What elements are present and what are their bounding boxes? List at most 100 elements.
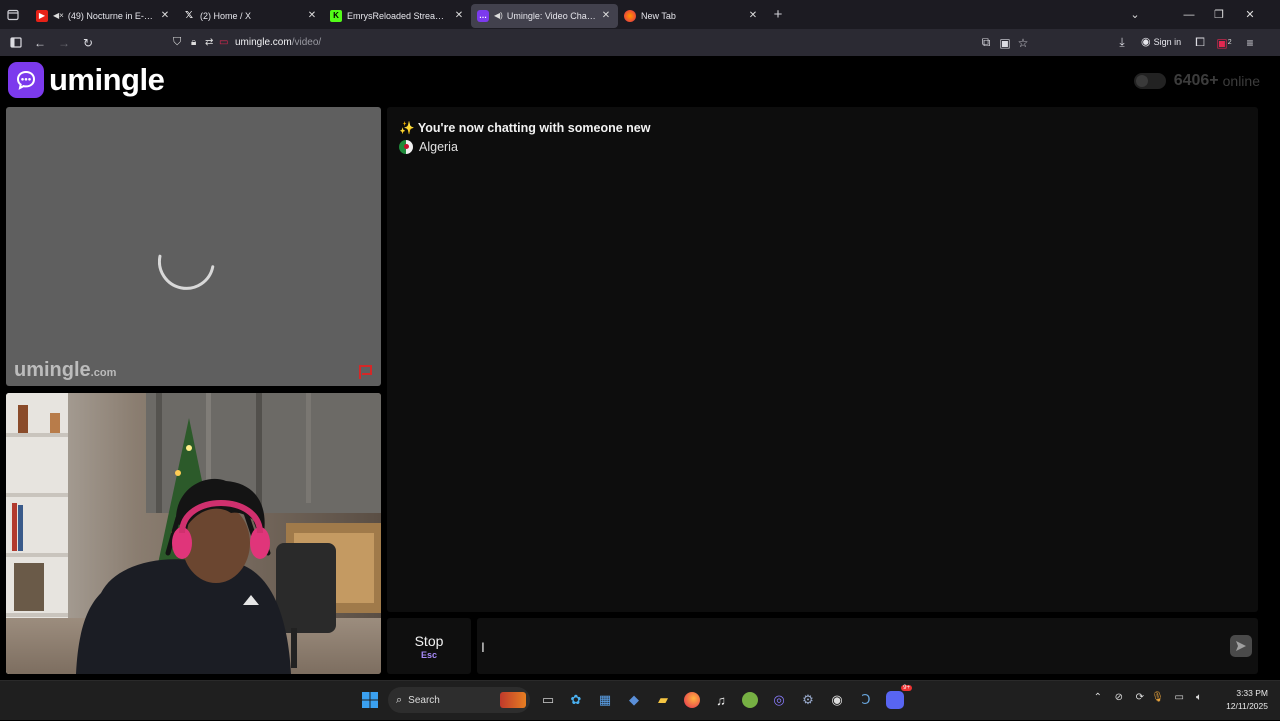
- tab-youtube[interactable]: ▶ ◀× (49) Nocturne in E-Flat Maj ✕: [30, 4, 177, 28]
- volume-icon[interactable]: 🔈︎: [1196, 692, 1202, 703]
- brand-name: umingle: [49, 62, 165, 97]
- send-icon: [1236, 641, 1246, 651]
- tab-title: New Tab: [641, 10, 676, 21]
- algeria-flag-icon: [399, 140, 413, 154]
- theme-toggle[interactable]: [1133, 73, 1166, 89]
- stop-label: Stop: [414, 632, 444, 649]
- tab-title: (2) Home / X: [200, 10, 252, 21]
- camera-permission-icon[interactable]: ▭: [219, 37, 235, 48]
- circle-app-icon[interactable]: ◎: [768, 689, 790, 711]
- account-icon: ◉: [1141, 36, 1151, 48]
- send-button[interactable]: [1230, 635, 1252, 657]
- back-icon[interactable]: ←: [28, 29, 52, 56]
- firefox-taskbar-icon[interactable]: [681, 689, 703, 711]
- page-content: umingle 6406+ online umingle.com ✨ You'r…: [0, 56, 1280, 680]
- show-hidden-icons[interactable]: ⌃: [1094, 692, 1102, 703]
- chat-status-text: You're now chatting with someone new: [417, 121, 651, 135]
- bookmark-star-icon[interactable]: ☆: [1011, 29, 1035, 56]
- sign-in-button[interactable]: ◉ Sign in: [1141, 35, 1181, 48]
- chat-bubble-icon: [8, 62, 44, 98]
- discord-badge: 9+: [901, 685, 912, 691]
- close-tab-icon[interactable]: ✕: [306, 10, 318, 21]
- stop-shortcut-hint: Esc: [420, 649, 437, 660]
- sparkles-icon: ✨: [399, 121, 415, 135]
- muted-audio-icon[interactable]: ◀×: [53, 11, 64, 20]
- online-label: online: [1222, 73, 1260, 89]
- youtube-icon: ▶: [36, 9, 48, 22]
- tab-new[interactable]: New Tab ✕: [618, 4, 765, 28]
- windows-start-icon[interactable]: [359, 689, 381, 711]
- close-tab-icon[interactable]: ✕: [747, 10, 759, 21]
- chat-status-message: ✨ You're now chatting with someone new: [399, 121, 650, 136]
- new-tab-button[interactable]: +: [765, 0, 791, 29]
- tracking-shield-icon[interactable]: ⛉: [173, 36, 191, 49]
- close-tab-icon[interactable]: ✕: [159, 10, 171, 21]
- watermark-tld: .com: [90, 367, 117, 379]
- clock[interactable]: 3:33 PM 12/11/2025: [1226, 687, 1268, 713]
- lock-icon[interactable]: 🔒︎: [191, 37, 205, 48]
- restore-button[interactable]: ❐: [1204, 0, 1234, 29]
- ccleaner-icon[interactable]: Ↄ: [855, 689, 877, 711]
- taskbar: ⌕ Search ▭ ✿ ▦ ◆ ▰ ♫ ◎ ⚙ ◉ Ↄ 9+ ⌃ ⊘ ⟳ 🎙︎…: [0, 680, 1280, 720]
- tray-app-icon[interactable]: ⊘: [1115, 692, 1123, 703]
- stranger-video: umingle.com: [6, 107, 381, 386]
- taskbar-search-label: Search: [408, 694, 440, 706]
- network-icon[interactable]: ▭: [1175, 692, 1184, 703]
- umingle-icon: …: [477, 9, 489, 22]
- discord-icon[interactable]: 9+: [884, 685, 912, 711]
- sidebar-icon[interactable]: [4, 29, 28, 56]
- microphone-icon[interactable]: 🎙︎: [1151, 692, 1164, 703]
- firefox-view-icon[interactable]: [0, 0, 26, 29]
- music-app-icon[interactable]: ♫: [710, 689, 732, 711]
- kick-icon: K: [330, 9, 342, 22]
- minimize-button[interactable]: —: [1174, 0, 1204, 29]
- list-tabs-icon[interactable]: ⌄: [1120, 0, 1150, 29]
- x-icon: 𝕏: [184, 10, 194, 21]
- tab-x[interactable]: 𝕏 (2) Home / X ✕: [177, 4, 324, 28]
- text-cursor-icon: I: [481, 639, 485, 655]
- close-tab-icon[interactable]: ✕: [453, 10, 465, 21]
- stranger-country-name: Algeria: [419, 140, 458, 154]
- forward-icon[interactable]: →: [52, 29, 76, 56]
- permissions-icon[interactable]: ⇄: [205, 37, 219, 48]
- playing-audio-icon[interactable]: ◀): [494, 11, 503, 20]
- tab-bar: ▶ ◀× (49) Nocturne in E-Flat Maj ✕ 𝕏 (2)…: [0, 0, 1280, 29]
- webcam-feed: [6, 393, 381, 674]
- steam-icon[interactable]: ⚙: [797, 689, 819, 711]
- copilot-icon[interactable]: ✿: [565, 689, 587, 711]
- taskbar-search[interactable]: ⌕ Search: [388, 687, 530, 713]
- watermark-main: umingle: [14, 359, 91, 381]
- address-bar[interactable]: ⛉ 🔒︎ ⇄ ▭ umingle.com/video/: [173, 32, 1043, 53]
- search-icon: ⌕: [396, 693, 403, 706]
- url-path: /video/: [291, 37, 322, 48]
- extension-badge-count: 2: [1227, 39, 1232, 46]
- tab-umingle[interactable]: … ◀) Umingle: Video Chat with S ✕: [471, 3, 618, 28]
- close-window-button[interactable]: ✕: [1235, 0, 1265, 29]
- report-flag-icon[interactable]: [357, 364, 375, 380]
- reload-icon[interactable]: ↻: [76, 29, 100, 56]
- message-input[interactable]: [485, 626, 1205, 666]
- file-explorer-icon[interactable]: ▰: [652, 689, 674, 711]
- search-highlight-icon: [500, 692, 526, 708]
- obs-icon[interactable]: ◉: [826, 689, 848, 711]
- app-icon[interactable]: ◆: [623, 689, 645, 711]
- tab-title: (49) Nocturne in E-Flat Maj: [67, 10, 155, 21]
- navigation-bar: ← → ↻ ⛉ 🔒︎ ⇄ ▭ umingle.com/video/ ⧉ ▣ ☆ …: [0, 29, 1280, 56]
- sync-icon[interactable]: ⟳: [1136, 692, 1144, 703]
- clock-date: 12/11/2025: [1226, 701, 1268, 711]
- online-indicator: 6406+ online: [1133, 72, 1260, 90]
- downloads-icon[interactable]: ⤓: [1110, 29, 1134, 56]
- site-logo[interactable]: umingle: [8, 62, 165, 98]
- extensions-icon[interactable]: ⧠: [1188, 29, 1212, 56]
- task-view-icon[interactable]: ▭: [537, 689, 559, 711]
- store-icon[interactable]: ▦: [594, 689, 616, 711]
- message-composer: [477, 618, 1258, 674]
- firefox-icon: [624, 9, 636, 22]
- tab-title: Umingle: Video Chat with S: [506, 10, 596, 21]
- stop-button[interactable]: Stop Esc: [387, 618, 471, 674]
- utorrent-icon[interactable]: [739, 689, 761, 711]
- tab-kick[interactable]: K EmrysReloaded Stream - Watch ✕: [324, 4, 471, 28]
- close-tab-icon[interactable]: ✕: [600, 10, 612, 21]
- menu-icon[interactable]: ≡: [1238, 29, 1262, 56]
- extension-badge-icon[interactable]: ▣ 2: [1212, 29, 1236, 56]
